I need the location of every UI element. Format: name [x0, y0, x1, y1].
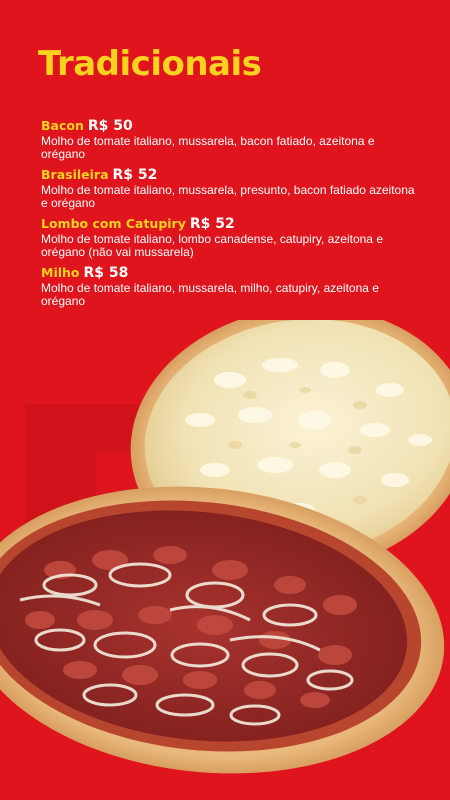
menu-item-lombo-com-catupiry: Lombo com Catupiry R$ 52 Molho de tomate … — [41, 214, 421, 259]
menu-item-price: R$ 58 — [83, 265, 129, 281]
menu-item-name: Milho — [41, 265, 80, 280]
menu-item-description: Molho de tomate italiano, mussarela, bac… — [41, 134, 375, 161]
menu-item-name: Brasileira — [41, 167, 109, 182]
menu-item-price: R$ 52 — [112, 167, 158, 183]
menu-item-name: Bacon — [41, 118, 84, 133]
menu-item-description: Molho de tomate italiano, mussarela, mil… — [41, 281, 379, 308]
menu-list: Bacon R$ 50 Molho de tomate italiano, mus… — [41, 116, 421, 312]
menu-item-description: Molho de tomate italiano, lombo canadens… — [41, 232, 383, 259]
menu-item-price: R$ 52 — [189, 216, 235, 232]
menu-item-price: R$ 50 — [87, 118, 133, 134]
pizza-photos — [0, 320, 450, 774]
menu-item-milho: Milho R$ 58 Molho de tomate italiano, mus… — [41, 263, 421, 308]
page-title: Tradicionais — [38, 44, 262, 84]
menu-item-brasileira: Brasileira R$ 52 Molho de tomate italiano… — [41, 165, 421, 210]
menu-item-name: Lombo com Catupiry — [41, 216, 186, 231]
menu-item-bacon: Bacon R$ 50 Molho de tomate italiano, mus… — [41, 116, 421, 161]
menu-item-description: Molho de tomate italiano, mussarela, pre… — [41, 183, 415, 210]
